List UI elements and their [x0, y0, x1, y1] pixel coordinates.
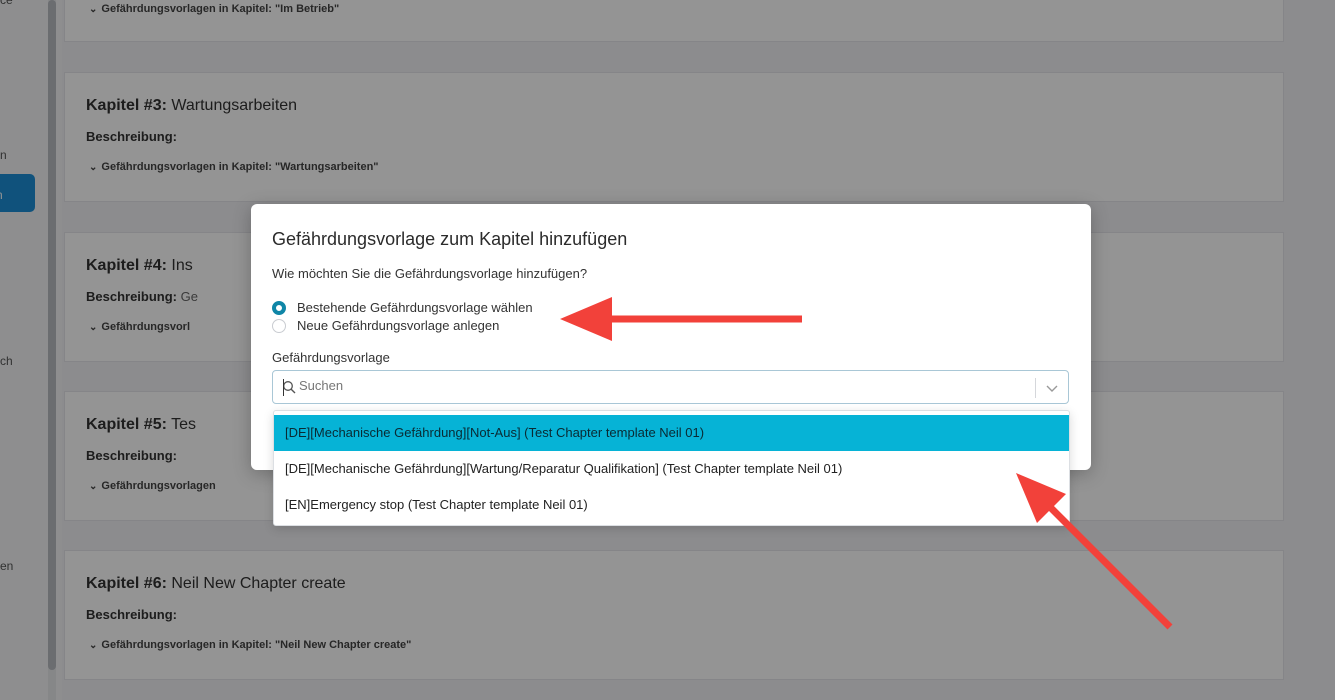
text-cursor	[283, 379, 284, 396]
radio-button[interactable]	[272, 318, 286, 333]
template-dropdown-menu: [DE][Mechanische Gefährdung][Not-Aus] (T…	[273, 410, 1070, 526]
dropdown-option[interactable]: [EN]Emergency stop (Test Chapter templat…	[274, 487, 1069, 523]
dropdown-option[interactable]: [DE][Mechanische Gefährdung][Wartung/Rep…	[274, 451, 1069, 487]
dialog-question: Wie möchten Sie die Gefährdungsvorlage h…	[272, 266, 588, 281]
dropdown-option[interactable]: [DE][Mechanische Gefährdung][Not-Aus] (T…	[274, 415, 1069, 451]
radio-new-template[interactable]: Neue Gefährdungsvorlage anlegen	[272, 318, 499, 333]
search-icon	[283, 381, 296, 394]
radio-existing-template[interactable]: Bestehende Gefährdungsvorlage wählen	[272, 300, 533, 315]
radio-button-checked[interactable]	[272, 300, 286, 315]
template-field-label: Gefährdungsvorlage	[272, 350, 390, 365]
radio-label: Neue Gefährdungsvorlage anlegen	[297, 318, 500, 333]
template-select[interactable]	[272, 370, 1069, 404]
select-separator	[1035, 378, 1036, 398]
radio-label: Bestehende Gefährdungsvorlage wählen	[297, 300, 533, 315]
template-search-input[interactable]	[299, 378, 999, 393]
chevron-down-icon[interactable]	[1045, 381, 1059, 395]
dialog-title: Gefährdungsvorlage zum Kapitel hinzufüge…	[272, 229, 628, 249]
